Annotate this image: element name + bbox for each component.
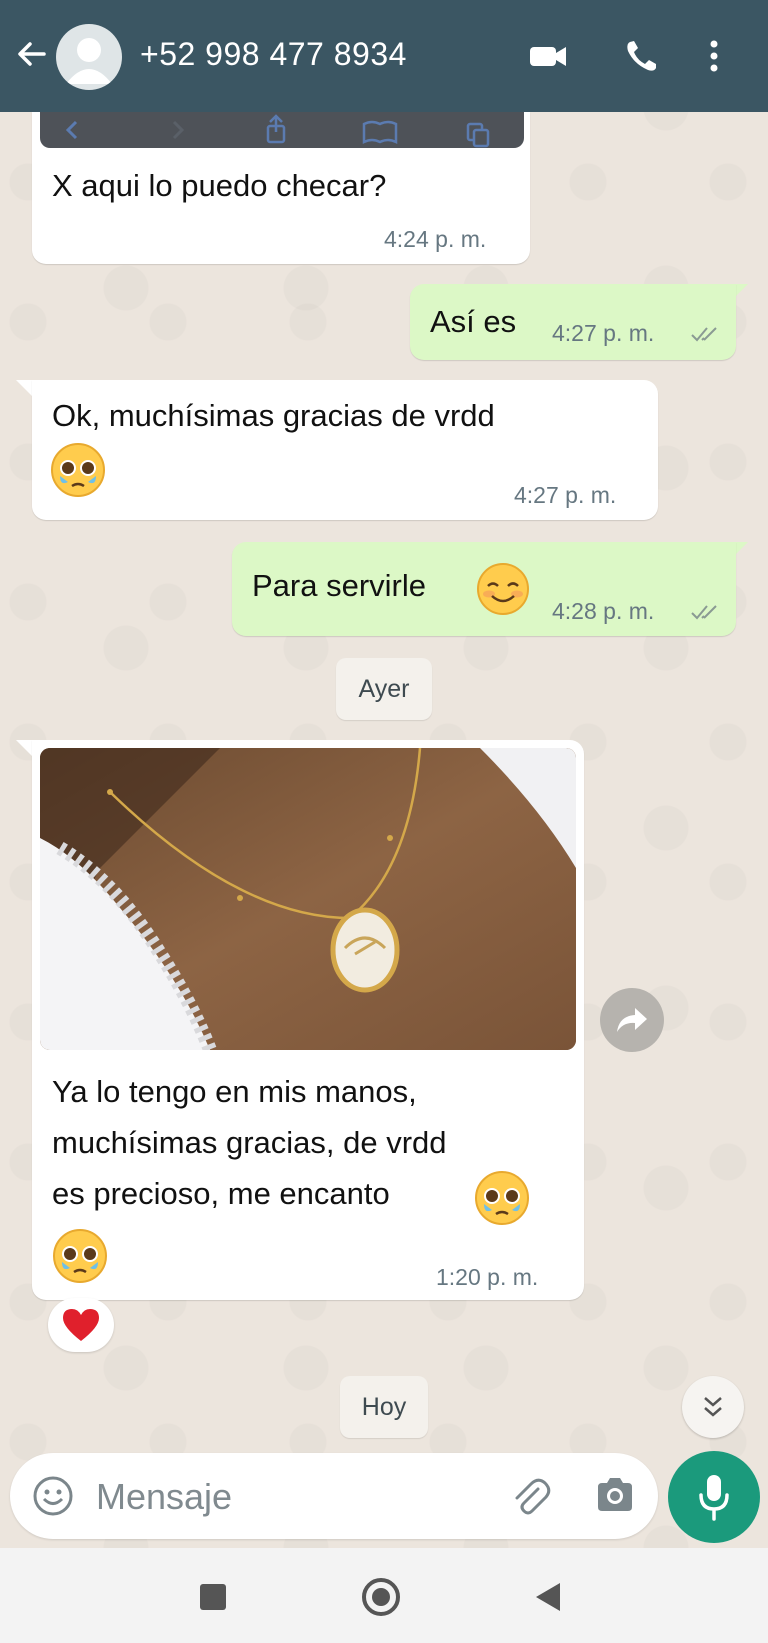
read-ticks-icon	[691, 605, 717, 620]
forward-button[interactable]	[600, 988, 664, 1052]
back-button[interactable]	[532, 1580, 564, 1614]
contact-name[interactable]: +52 998 477 8934	[140, 36, 407, 73]
mic-icon	[699, 1475, 729, 1521]
message-input[interactable]	[94, 1471, 498, 1523]
phone-icon[interactable]	[622, 38, 662, 74]
pleading-face-emoji	[475, 1171, 529, 1225]
necklace-photo[interactable]	[40, 748, 576, 1050]
attach-icon[interactable]	[508, 1475, 552, 1519]
date-separator: Ayer	[336, 658, 432, 720]
reaction-heart[interactable]	[48, 1298, 114, 1352]
avatar[interactable]	[56, 24, 122, 90]
pleading-face-emoji	[53, 1229, 107, 1283]
message-text: Así es	[430, 304, 517, 339]
message-composer	[10, 1453, 658, 1539]
red-heart-icon	[63, 1309, 99, 1341]
message-text-line: Ya lo tengo en mis manos,	[52, 1074, 417, 1109]
pleading-face-emoji	[51, 443, 105, 497]
video-call-icon[interactable]	[528, 38, 568, 74]
double-chevron-down-icon	[704, 1397, 722, 1417]
more-vert-icon[interactable]	[704, 38, 724, 74]
message-text: Ok, muchísimas gracias de vrdd	[52, 398, 495, 433]
mic-button[interactable]	[668, 1451, 760, 1543]
message-time: 4:28 p. m.	[552, 598, 655, 624]
message-text: X aqui lo puedo checar?	[52, 168, 387, 203]
back-arrow-icon[interactable]	[14, 36, 50, 72]
message-text: Para servirle	[252, 568, 426, 603]
message-time: 4:27 p. m.	[552, 320, 655, 346]
smiling-face-emoji	[477, 563, 529, 615]
message-text-line: es precioso, me encanto	[52, 1176, 390, 1211]
quoted-screenshot-toolbar	[40, 112, 524, 148]
message-time: 4:24 p. m.	[384, 226, 487, 252]
home-button[interactable]	[360, 1576, 402, 1618]
camera-icon[interactable]	[594, 1475, 636, 1515]
message-bubble-incoming[interactable]: Ok, muchísimas gracias de vrdd 4:27 p. m…	[32, 380, 658, 520]
message-bubble-outgoing[interactable]: Así es 4:27 p. m.	[410, 284, 736, 360]
forward-icon	[617, 1008, 647, 1032]
message-bubble-outgoing[interactable]: Para servirle 4:28 p. m.	[232, 542, 736, 636]
read-ticks-icon	[691, 327, 717, 342]
date-separator: Hoy	[340, 1376, 428, 1438]
recents-button[interactable]	[200, 1584, 226, 1610]
scroll-to-bottom-button[interactable]	[682, 1376, 744, 1438]
message-time: 1:20 p. m.	[436, 1264, 539, 1290]
message-bubble-incoming[interactable]: X aqui lo puedo checar? 4:24 p. m.	[32, 112, 530, 264]
message-time: 4:27 p. m.	[514, 482, 617, 508]
system-nav-bar	[0, 1548, 768, 1643]
message-text-line: muchísimas gracias, de vrdd	[52, 1125, 447, 1160]
emoji-icon[interactable]	[32, 1475, 74, 1517]
chat-header: +52 998 477 8934	[0, 0, 768, 112]
